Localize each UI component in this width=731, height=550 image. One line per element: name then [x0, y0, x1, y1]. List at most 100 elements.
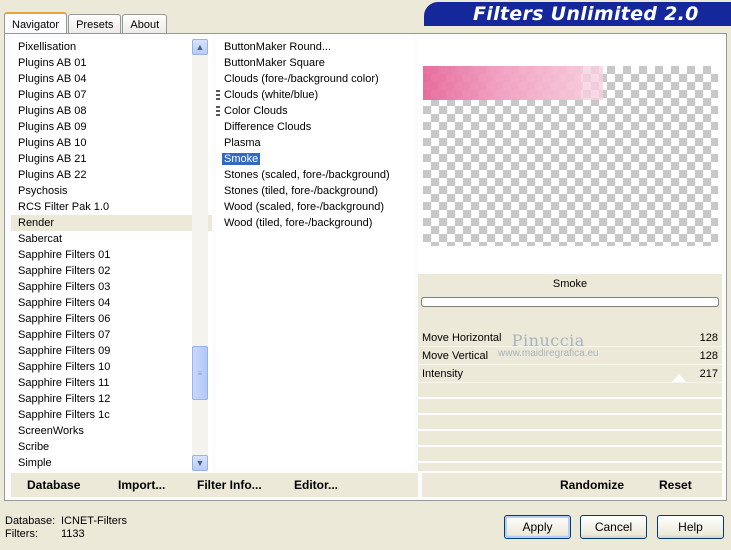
empty-slider-slot	[418, 399, 722, 415]
category-item[interactable]: Sapphire Filters 09	[11, 343, 212, 359]
empty-slider-slot	[418, 431, 722, 447]
parameter-label: Intensity	[422, 368, 463, 380]
progress-bar	[421, 297, 719, 307]
filter-item[interactable]: Clouds (fore-/background color)	[216, 71, 413, 87]
filter-item[interactable]: Difference Clouds	[216, 119, 413, 135]
app-title: Filters Unlimited 2.0	[473, 3, 699, 25]
empty-slider-slot	[418, 415, 722, 431]
database-info: Database: ICNET-Filters Filters: 1133	[5, 515, 127, 541]
category-item[interactable]: Pixellisation	[11, 39, 212, 55]
filter-item-label: Difference Clouds	[224, 121, 312, 133]
category-item[interactable]: Sapphire Filters 1c	[11, 407, 212, 423]
parameter-slider[interactable]: Intensity 217	[418, 365, 722, 383]
category-item[interactable]: Plugins AB 10	[11, 135, 212, 151]
filter-item[interactable]: Stones (scaled, fore-/background)	[216, 167, 413, 183]
main-panel: Pixellisation Plugins AB 01 Plugins AB 04 P…	[4, 33, 727, 501]
category-scrollbar[interactable]: ▲ ≡ ▼	[192, 39, 208, 471]
slider-thumb[interactable]	[672, 374, 686, 382]
filter-item-label: ButtonMaker Round...	[224, 41, 332, 53]
filter-item[interactable]: Stones (tiled, fore-/background)	[216, 183, 413, 199]
filter-list[interactable]: ButtonMaker Round... ButtonMaker Square Cl…	[216, 39, 413, 471]
filter-item-label: Stones (tiled, fore-/background)	[224, 185, 379, 197]
category-item[interactable]: Plugins AB 08	[11, 103, 212, 119]
category-item[interactable]: Simple	[11, 455, 212, 471]
randomize-button[interactable]: Randomize	[560, 473, 624, 497]
category-item[interactable]: Sapphire Filters 06	[11, 311, 212, 327]
scroll-up-button[interactable]: ▲	[192, 39, 208, 55]
category-item[interactable]: Scribe	[11, 439, 212, 455]
reset-button[interactable]: Reset	[659, 473, 692, 497]
category-item[interactable]: Sapphire Filters 12	[11, 391, 212, 407]
empty-slider-slot	[418, 383, 722, 399]
category-item[interactable]: Sapphire Filters 07	[11, 327, 212, 343]
action-toolbar: Database Import... Filter Info... Editor…	[11, 473, 722, 497]
category-item[interactable]: Plugins AB 01	[11, 55, 212, 71]
preview-pane: Smoke Move Horizontal 128 Move Vertical 128…	[418, 39, 722, 471]
tab-bar: Navigator Presets About	[4, 12, 168, 35]
category-list[interactable]: Pixellisation Plugins AB 01 Plugins AB 04 P…	[11, 39, 212, 471]
filters-count: 1133	[61, 528, 85, 540]
filter-item[interactable]: Smoke	[216, 151, 413, 167]
database-button[interactable]: Database	[27, 473, 80, 497]
database-value: ICNET-Filters	[61, 515, 127, 527]
editor-button[interactable]: Editor...	[294, 473, 338, 497]
filters-label: Filters:	[5, 528, 38, 540]
filter-item[interactable]: ButtonMaker Square	[216, 55, 413, 71]
category-item[interactable]: Sabercat	[11, 231, 212, 247]
apply-button[interactable]: Apply	[504, 515, 571, 539]
filter-item[interactable]: Plasma	[216, 135, 413, 151]
category-item[interactable]: Sapphire Filters 03	[11, 279, 212, 295]
parameter-value: 217	[699, 368, 718, 380]
toolbar-divider	[418, 473, 422, 497]
tab-presets[interactable]: Presets	[68, 14, 122, 34]
smoke-preview-fade	[581, 66, 603, 100]
filter-info-button[interactable]: Filter Info...	[197, 473, 262, 497]
category-item[interactable]: Plugins AB 22	[11, 167, 212, 183]
filter-item-label: Clouds (fore-/background color)	[224, 73, 379, 85]
filter-item-label: Stones (scaled, fore-/background)	[224, 169, 390, 181]
parameter-slider[interactable]: Move Horizontal 128	[418, 329, 722, 347]
parameter-slider[interactable]: Move Vertical 128	[418, 347, 722, 365]
empty-slider-slot	[418, 447, 722, 463]
filter-item[interactable]: Wood (tiled, fore-/background)	[216, 215, 413, 231]
tab-navigator[interactable]: Navigator	[4, 12, 68, 35]
scroll-down-button[interactable]: ▼	[192, 455, 208, 471]
filter-item[interactable]: Color Clouds	[216, 103, 413, 119]
category-item[interactable]: Psychosis	[11, 183, 212, 199]
cancel-button[interactable]: Cancel	[580, 515, 647, 539]
category-item[interactable]: Sapphire Filters 02	[11, 263, 212, 279]
help-button[interactable]: Help	[657, 515, 724, 539]
category-item[interactable]: Plugins AB 04	[11, 71, 212, 87]
category-item[interactable]: Sapphire Filters 10	[11, 359, 212, 375]
filter-item[interactable]: ButtonMaker Round...	[216, 39, 413, 55]
filter-item[interactable]: Clouds (white/blue)	[216, 87, 413, 103]
filter-item-label: Clouds (white/blue)	[224, 89, 319, 101]
filter-item-label: Wood (tiled, fore-/background)	[224, 217, 373, 229]
category-item[interactable]: Sapphire Filters 04	[11, 295, 212, 311]
filter-item-label: Smoke	[222, 153, 261, 165]
category-item[interactable]: Plugins AB 09	[11, 119, 212, 135]
import-button[interactable]: Import...	[118, 473, 165, 497]
category-item[interactable]: Sapphire Filters 11	[11, 375, 212, 391]
category-item[interactable]: Render	[11, 215, 212, 231]
parameter-value: 128	[699, 350, 718, 362]
parameter-label: Move Vertical	[422, 350, 489, 362]
filter-item-label: Color Clouds	[224, 105, 288, 117]
category-item[interactable]: Plugins AB 21	[11, 151, 212, 167]
filter-item[interactable]: Wood (scaled, fore-/background)	[216, 199, 413, 215]
tab-about[interactable]: About	[122, 14, 168, 34]
category-item[interactable]: RCS Filter Pak 1.0	[11, 199, 212, 215]
category-item[interactable]: ScreenWorks	[11, 423, 212, 439]
filter-item-label: Plasma	[224, 137, 261, 149]
filter-item-label: Wood (scaled, fore-/background)	[224, 201, 384, 213]
parameter-label: Move Horizontal	[422, 332, 502, 344]
preview-area	[418, 39, 722, 274]
database-label: Database:	[5, 515, 56, 527]
filter-item-label: ButtonMaker Square	[224, 57, 325, 69]
category-item[interactable]: Sapphire Filters 01	[11, 247, 212, 263]
smoke-preview-image	[423, 66, 581, 100]
category-item[interactable]: Plugins AB 07	[11, 87, 212, 103]
scroll-thumb[interactable]: ≡	[192, 346, 208, 400]
preview-filter-name: Smoke	[552, 278, 588, 290]
parameter-sliders: Move Horizontal 128 Move Vertical 128 Intens…	[418, 329, 722, 463]
